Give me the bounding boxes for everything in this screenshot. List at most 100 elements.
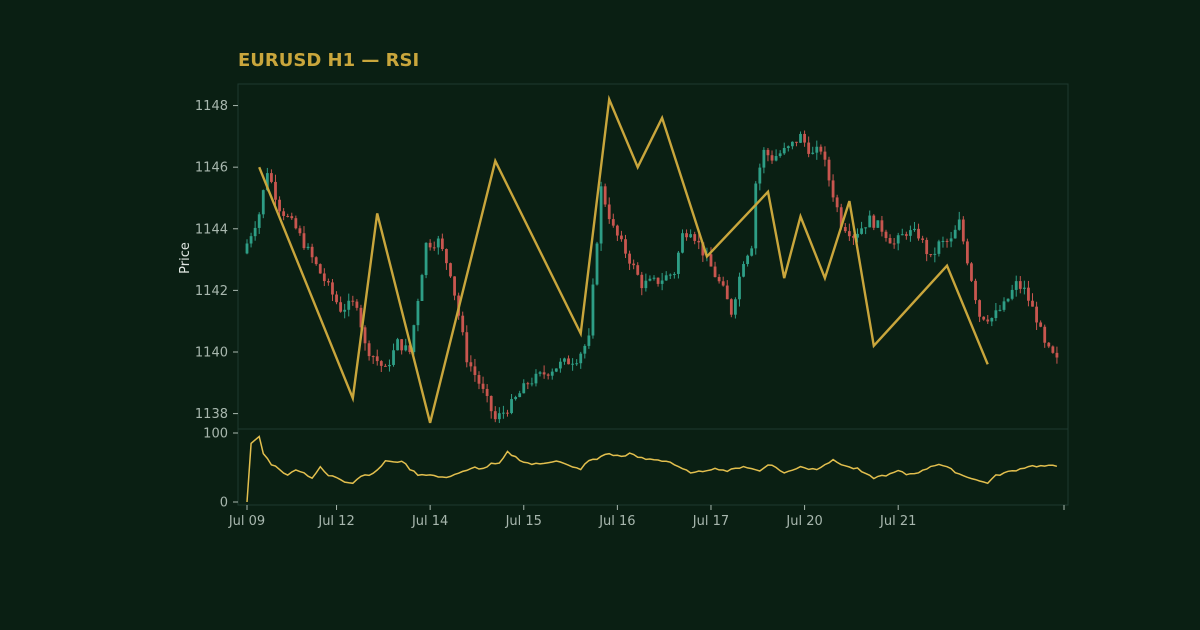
candle-bull <box>253 227 257 237</box>
candle-bear <box>970 263 973 281</box>
candle-bull <box>896 235 900 244</box>
candle-bear <box>432 247 436 249</box>
candle-bear <box>322 273 326 282</box>
candle-bull <box>514 397 518 400</box>
candle-bull <box>790 141 794 147</box>
candle-bull <box>245 243 249 254</box>
candle-bear <box>379 361 383 366</box>
candle-bear <box>400 339 404 351</box>
candle-bear <box>453 276 456 296</box>
candle-bull <box>998 309 1002 311</box>
candle-bull <box>257 214 261 228</box>
candle-bear <box>318 264 322 274</box>
candle-bull <box>774 156 778 161</box>
candle-bear <box>709 254 713 267</box>
candle-bull <box>579 353 583 364</box>
candle-bull <box>416 300 420 326</box>
candle-bull <box>799 133 802 143</box>
candle-bull <box>864 227 868 229</box>
candle-bull <box>396 339 399 351</box>
candle-bull <box>994 310 998 318</box>
candle-bull <box>583 345 587 354</box>
x-tick-label: Jul 14 <box>411 514 448 529</box>
candle-bear <box>884 231 888 239</box>
candle-bull <box>502 412 505 414</box>
rsi-tick-label: 0 <box>220 496 228 511</box>
candle-bear <box>620 235 623 240</box>
candle-bear <box>440 238 444 250</box>
candle-bear <box>628 253 631 264</box>
candle-bull <box>953 229 957 239</box>
candle-bull <box>734 299 737 315</box>
candle-bull <box>681 233 684 253</box>
candle-bull <box>518 393 522 398</box>
candle-bear <box>270 173 273 182</box>
candle-bear <box>310 246 314 258</box>
candle-bear <box>465 332 469 363</box>
candle-bear <box>847 231 851 237</box>
candle-bear <box>917 228 920 239</box>
rsi-tick-label: 100 <box>203 427 228 442</box>
candle-bear <box>493 411 497 420</box>
candle-bear <box>367 343 371 357</box>
candle-bull <box>554 368 558 372</box>
candle-bear <box>904 234 908 236</box>
candle-bear <box>843 227 847 232</box>
candle-bull <box>742 264 745 277</box>
candle-bear <box>331 282 334 295</box>
rsi-layer <box>246 435 1058 503</box>
candle-bear <box>835 197 839 208</box>
candle-bull <box>306 246 310 249</box>
candle-bear <box>526 383 530 385</box>
candle-bear <box>351 300 355 302</box>
candle-bear <box>1039 322 1043 327</box>
candle-bear <box>1031 300 1034 307</box>
candle-bear <box>929 254 933 256</box>
candle-bear <box>974 280 977 301</box>
candle-bear <box>567 358 570 365</box>
candle-bear <box>449 263 452 277</box>
candle-bull <box>758 167 762 184</box>
candle-bear <box>632 263 636 266</box>
candle-bull <box>660 280 664 284</box>
candle-bear <box>1027 287 1030 301</box>
candle-bull <box>1014 281 1018 290</box>
candle-bull <box>815 146 819 153</box>
price-tick-label: 1144 <box>195 222 228 237</box>
candle-bull <box>652 277 656 279</box>
candle-bear <box>807 142 811 154</box>
candle-bull <box>860 228 863 234</box>
candle-bull <box>1022 287 1026 289</box>
x-tick-label: Jul 21 <box>879 514 916 529</box>
candle-bear <box>803 133 806 143</box>
candle-bear <box>766 149 770 156</box>
candle-bull <box>343 309 347 312</box>
candle-bull <box>668 274 672 276</box>
candle-bull <box>750 248 754 256</box>
candle-bear <box>383 365 387 367</box>
candle-bear <box>717 277 721 282</box>
candle-bear <box>831 180 835 198</box>
candle-bull <box>754 183 758 249</box>
candle-bull <box>677 252 680 274</box>
zigzag-line <box>258 94 989 424</box>
candle-bull <box>392 350 395 365</box>
candle-bear <box>819 146 823 152</box>
candle-bear <box>469 362 473 367</box>
candle-bull <box>957 219 961 230</box>
candle-bull <box>868 215 872 228</box>
x-tick-label: Jul 15 <box>505 514 542 529</box>
chart-title: EURUSD H1 — RSI <box>238 50 419 71</box>
candle-bull <box>534 373 538 384</box>
rsi-panel-frame <box>237 428 1069 506</box>
candle-bear <box>725 285 729 300</box>
candle-bull <box>811 152 815 154</box>
candle-bull <box>388 364 391 367</box>
candle-bear <box>274 181 277 200</box>
candle-bull <box>1002 301 1006 310</box>
candle-bear <box>640 274 644 289</box>
candle-bear <box>282 211 286 216</box>
candle-bear <box>925 239 929 255</box>
candle-bull <box>937 241 941 254</box>
candle-bear <box>294 218 298 229</box>
